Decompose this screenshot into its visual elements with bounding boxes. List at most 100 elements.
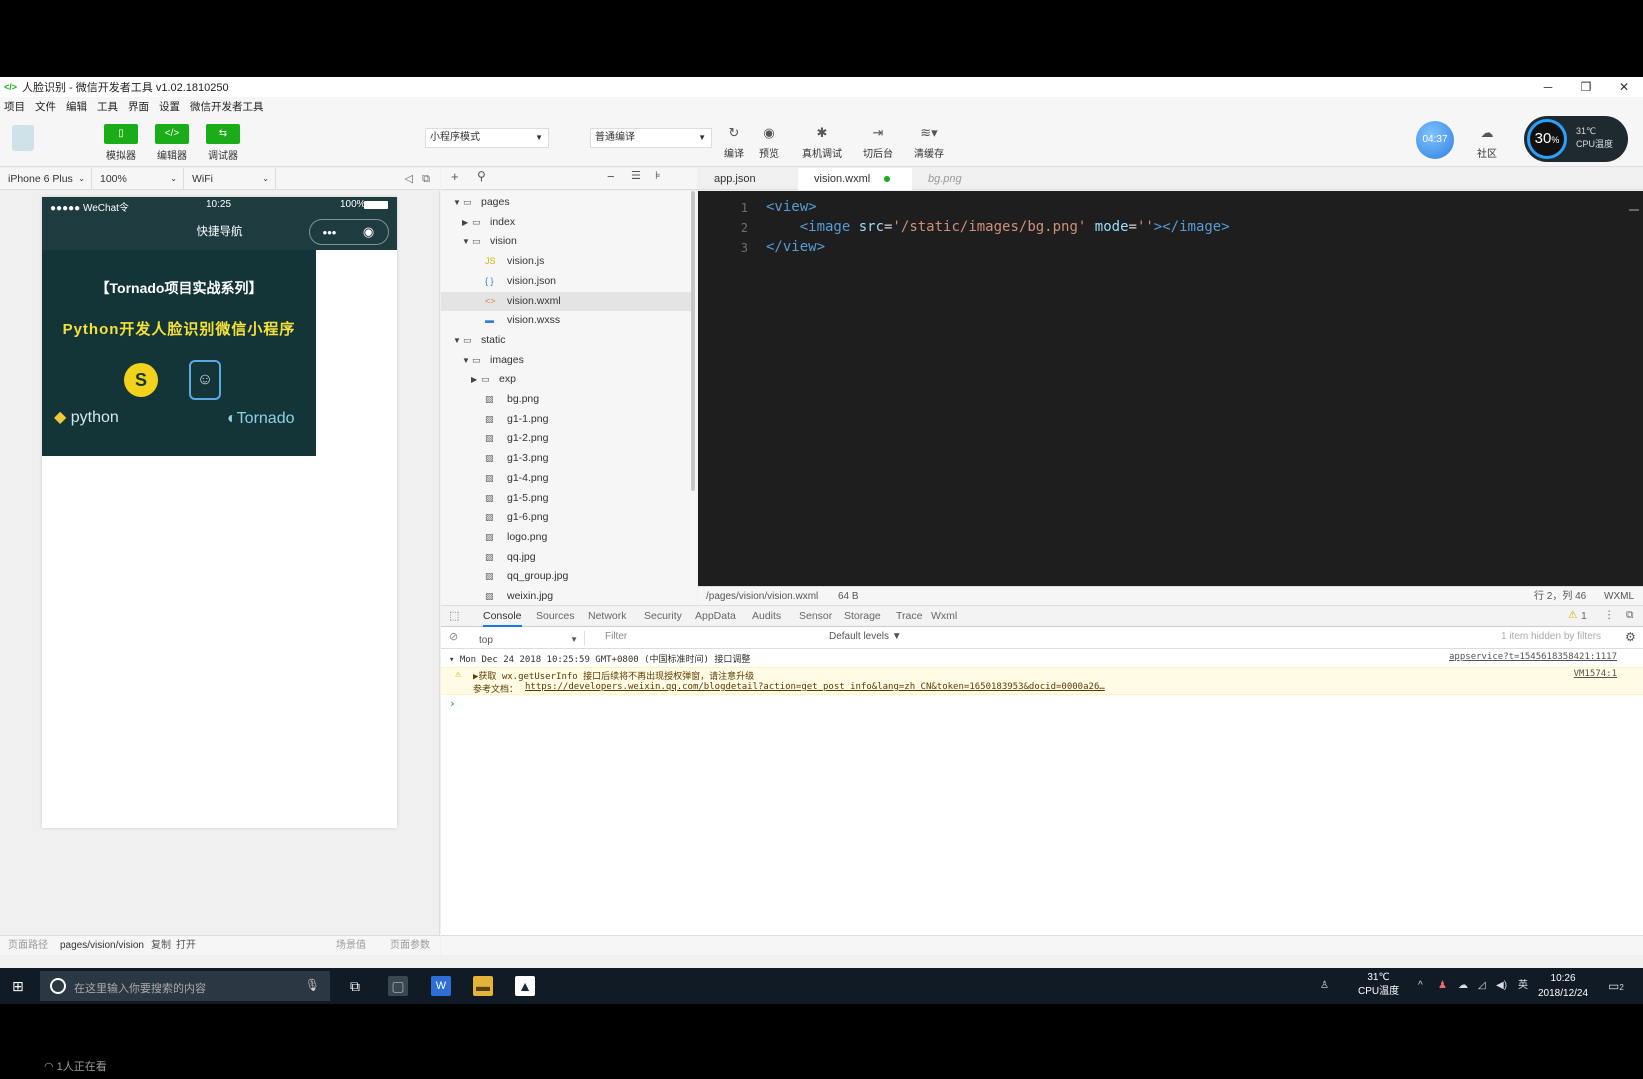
menu-view[interactable]: 界面 <box>128 99 149 114</box>
tree-file[interactable]: ▨ weixin.jpg <box>441 587 691 605</box>
antivirus-icon[interactable]: ♟ <box>1438 968 1447 1004</box>
caret-down-icon[interactable]: ▼ <box>462 351 470 370</box>
microphone-icon[interactable]: 🎙 <box>305 978 320 992</box>
more-icon[interactable]: ••• <box>310 225 349 240</box>
tree-folder[interactable]: ▼ ▭ vision <box>441 232 691 251</box>
console-settings-icon[interactable]: ⚙ <box>1625 630 1636 644</box>
menu-project[interactable]: 项目 <box>4 99 25 114</box>
taskbar-search-box[interactable]: 在这里输入你要搜索的内容 🎙 <box>40 971 330 1001</box>
page-params-button[interactable]: 页面参数 <box>390 936 430 956</box>
devtools-tab-sensor[interactable]: Sensor <box>799 606 832 627</box>
editor-tab[interactable]: vision.wxml <box>798 168 912 190</box>
open-path-link[interactable]: 打开 <box>176 936 196 956</box>
devtools-tab-appdata[interactable]: AppData <box>695 606 736 627</box>
tree-folder[interactable]: ▼ ▭ pages <box>441 193 691 212</box>
tree-file[interactable]: { } vision.json <box>441 272 691 291</box>
tree-file[interactable]: ▨ g1-3.png <box>441 449 691 468</box>
search-icon[interactable]: ⚲ <box>477 169 486 183</box>
taskbar-clock[interactable]: 10:26 2018/12/24 <box>1538 971 1588 1001</box>
devtools-tab-audits[interactable]: Audits <box>752 606 781 627</box>
tree-file[interactable]: ▨ logo.png <box>441 528 691 547</box>
tree-file[interactable]: ▨ g1-2.png <box>441 429 691 448</box>
editor-tab[interactable]: app.json <box>698 168 798 190</box>
devtools-tab-network[interactable]: Network <box>588 606 627 627</box>
tree-file[interactable]: ▨ g1-6.png <box>441 508 691 527</box>
detach-window-icon[interactable]: ⧉ <box>422 173 430 185</box>
file-language[interactable]: WXML <box>1604 587 1634 606</box>
background-button[interactable]: ⇥ 切后台 <box>856 125 900 160</box>
person-icon[interactable]: ♙ <box>1320 968 1329 1004</box>
tree-file[interactable]: ▨ g1-4.png <box>441 469 691 488</box>
debugger-toggle-button[interactable]: ⇆ 调试器 <box>197 124 249 162</box>
tree-file[interactable]: ▨ qq_group.jpg <box>441 567 691 586</box>
sort-icon[interactable]: ☰ <box>631 169 641 182</box>
menu-settings[interactable]: 设置 <box>159 99 180 114</box>
inspect-icon[interactable]: ⬚ <box>449 609 459 622</box>
tree-file[interactable]: ▬ vision.wxss <box>441 311 691 330</box>
tree-folder[interactable]: ▼ ▭ images <box>441 351 691 370</box>
network-select[interactable]: WiFi ⌄ <box>184 167 276 190</box>
device-select[interactable]: iPhone 6 Plus ⌄ <box>0 167 92 190</box>
network-icon[interactable]: ◿ <box>1478 968 1486 1004</box>
preview-button[interactable]: ◉ 预览 <box>747 125 791 160</box>
file-explorer-icon[interactable]: ▬ <box>473 976 493 996</box>
cursor-position[interactable]: 行 2，列 46 <box>1534 587 1586 606</box>
log-levels-select[interactable]: Default levels ▼ <box>829 631 902 642</box>
add-file-icon[interactable]: + <box>451 169 459 184</box>
tree-folder[interactable]: ▶ ▭ exp <box>441 370 691 389</box>
tree-file[interactable]: JS vision.js <box>441 252 691 271</box>
volume-icon[interactable]: ◀) <box>1496 968 1507 1004</box>
caret-down-icon[interactable]: ▼ <box>453 331 461 350</box>
devtools-tab-security[interactable]: Security <box>644 606 682 627</box>
editor-toggle-button[interactable]: </> 编辑器 <box>146 124 198 162</box>
console-prompt[interactable]: › <box>449 697 456 710</box>
collapse-icon[interactable]: − <box>607 169 615 184</box>
code-line[interactable]: <view> <box>766 199 817 215</box>
community-button[interactable]: ☁ 社区 <box>1470 125 1504 160</box>
chevron-up-icon[interactable]: ^ <box>1418 968 1423 1004</box>
devtools-tab-trace[interactable]: Trace <box>896 606 922 627</box>
clear-cache-button[interactable]: ≋▾ 清缓存 <box>907 125 951 160</box>
close-button[interactable]: ✕ <box>1605 77 1643 97</box>
windows-start-icon[interactable]: ⊞ <box>12 978 28 994</box>
tree-folder[interactable]: ▶ ▭ index <box>441 213 691 232</box>
caret-down-icon[interactable]: ▼ <box>462 232 470 251</box>
devtools-taskbar-icon[interactable]: ▢ <box>388 976 408 996</box>
doc-link[interactable]: https://developers.weixin.qq.com/blogdet… <box>525 682 1105 692</box>
task-view-icon[interactable]: ⧉ <box>345 976 365 996</box>
console-filter-input[interactable]: Filter <box>605 631 627 642</box>
dock-icon[interactable]: ⧉ <box>1626 609 1634 622</box>
devtools-tab-sources[interactable]: Sources <box>536 606 575 627</box>
code-editor[interactable]: 1 <view> 2 <image src = '/static/images/bg.p… <box>698 191 1643 586</box>
tree-file[interactable]: <> vision.wxml <box>441 291 691 311</box>
input-method-indicator[interactable]: 英 <box>1518 968 1528 1004</box>
split-icon[interactable]: ⊧ <box>655 169 661 182</box>
menu-devtools[interactable]: 微信开发者工具 <box>190 99 264 114</box>
tree-file[interactable]: ▨ bg.png <box>441 390 691 409</box>
remote-debug-button[interactable]: ✱ 真机调试 <box>800 125 844 160</box>
menu-tools[interactable]: 工具 <box>97 99 118 114</box>
restore-button[interactable]: ❐ <box>1567 77 1605 97</box>
compile-select[interactable]: 普通编译 ▼ <box>590 128 712 148</box>
photos-icon[interactable]: ▲ <box>515 976 535 996</box>
user-avatar[interactable] <box>12 125 34 151</box>
more-vertical-icon[interactable]: ⋮ <box>1604 609 1615 621</box>
shield-app-icon[interactable]: W <box>431 976 451 996</box>
minimize-button[interactable]: ─ <box>1529 77 1567 97</box>
scene-value-button[interactable]: 场景值 <box>336 936 366 956</box>
devtools-tab-wxml[interactable]: Wxml <box>931 606 957 627</box>
tree-file[interactable]: ▨ g1-5.png <box>441 489 691 508</box>
caret-right-icon[interactable]: ▶ <box>471 370 477 389</box>
warning-text[interactable]: ▶获取 wx.getUserInfo 接口后续将不再出现授权弹窗，请注意升级 <box>473 669 754 682</box>
mode-select[interactable]: 小程序模式 ▼ <box>425 128 549 148</box>
tree-folder[interactable]: ▼ ▭ static <box>441 331 691 350</box>
file-tree-scrollbar[interactable] <box>691 191 695 491</box>
volume-icon[interactable]: ◁ <box>405 173 413 185</box>
group-source-link[interactable]: appservice?t=1545618358421:1117 <box>1449 652 1617 662</box>
notification-icon[interactable]: ▭2 <box>1608 968 1624 1006</box>
tree-file[interactable]: ▨ g1-1.png <box>441 410 691 429</box>
warning-source-link[interactable]: VM1574:1 <box>1574 669 1617 679</box>
warning-count[interactable]: 1 <box>1581 610 1587 622</box>
editor-tab[interactable]: bg.png <box>912 168 1002 190</box>
devtools-tab-storage[interactable]: Storage <box>844 606 881 627</box>
